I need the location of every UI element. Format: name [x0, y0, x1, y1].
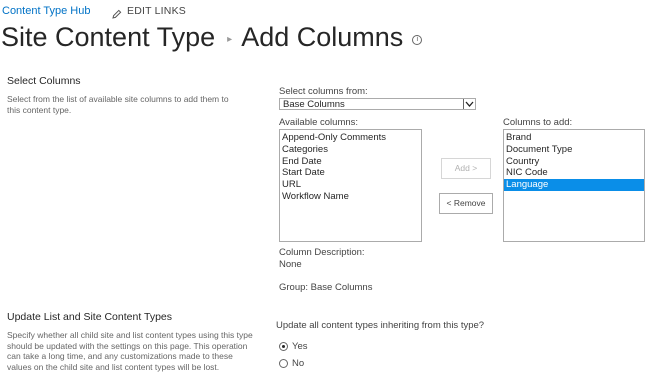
update-section-heading: Update List and Site Content Types: [7, 311, 172, 323]
pencil-icon: [112, 6, 122, 19]
column-description-value: None: [279, 259, 302, 270]
to-add-option[interactable]: NIC Code: [504, 167, 644, 179]
available-option[interactable]: End Date: [280, 156, 421, 168]
available-option[interactable]: Categories: [280, 144, 421, 156]
remove-button[interactable]: < Remove: [439, 193, 493, 214]
add-button[interactable]: Add >: [441, 158, 491, 179]
yes-label: Yes: [292, 341, 308, 352]
select-columns-heading: Select Columns: [7, 75, 81, 87]
yes-radio[interactable]: [279, 342, 288, 351]
to-add-option[interactable]: Country: [504, 156, 644, 168]
available-option[interactable]: Start Date: [280, 167, 421, 179]
select-columns-description: Select from the list of available site c…: [7, 94, 229, 115]
update-question: Update all content types inheriting from…: [276, 320, 485, 331]
breadcrumb-separator-icon: ▸: [227, 33, 233, 45]
content-type-hub-link[interactable]: Content Type Hub: [2, 5, 90, 17]
column-group-select-value: Base Columns: [283, 99, 345, 110]
columns-to-add-list[interactable]: Brand Document Type Country NIC Code Languag…: [503, 129, 645, 242]
info-icon[interactable]: i: [412, 35, 423, 45]
page-title: Site Content Type ▸ Add Columns i: [1, 22, 423, 52]
to-add-option[interactable]: Language: [504, 179, 644, 191]
available-option[interactable]: Append-Only Comments: [280, 132, 421, 144]
available-columns-list[interactable]: Append-Only Comments Categories End Date St…: [279, 129, 422, 242]
chevron-down-icon: [463, 99, 475, 109]
edit-links-label: EDIT LINKS: [127, 5, 186, 17]
update-section-description: Specify whether all child site and list …: [7, 330, 253, 372]
available-option[interactable]: Workflow Name: [280, 191, 421, 203]
available-option[interactable]: URL: [280, 179, 421, 191]
edit-links-button[interactable]: EDIT LINKS: [112, 5, 186, 19]
breadcrumb-add-columns: Add Columns: [241, 22, 404, 52]
available-columns-label: Available columns:: [279, 117, 359, 128]
select-columns-from-label: Select columns from:: [279, 86, 368, 97]
column-group-text: Group: Base Columns: [279, 282, 373, 293]
columns-to-add-label: Columns to add:: [503, 117, 573, 128]
no-radio[interactable]: [279, 359, 288, 368]
to-add-option[interactable]: Brand: [504, 132, 644, 144]
update-yes-option[interactable]: Yes: [279, 341, 308, 352]
to-add-option[interactable]: Document Type: [504, 144, 644, 156]
breadcrumb-site-content-type[interactable]: Site Content Type: [1, 22, 215, 52]
update-no-option[interactable]: No: [279, 358, 304, 369]
column-description-label: Column Description:: [279, 247, 365, 258]
no-label: No: [292, 358, 305, 369]
column-group-select[interactable]: Base Columns: [279, 98, 476, 110]
